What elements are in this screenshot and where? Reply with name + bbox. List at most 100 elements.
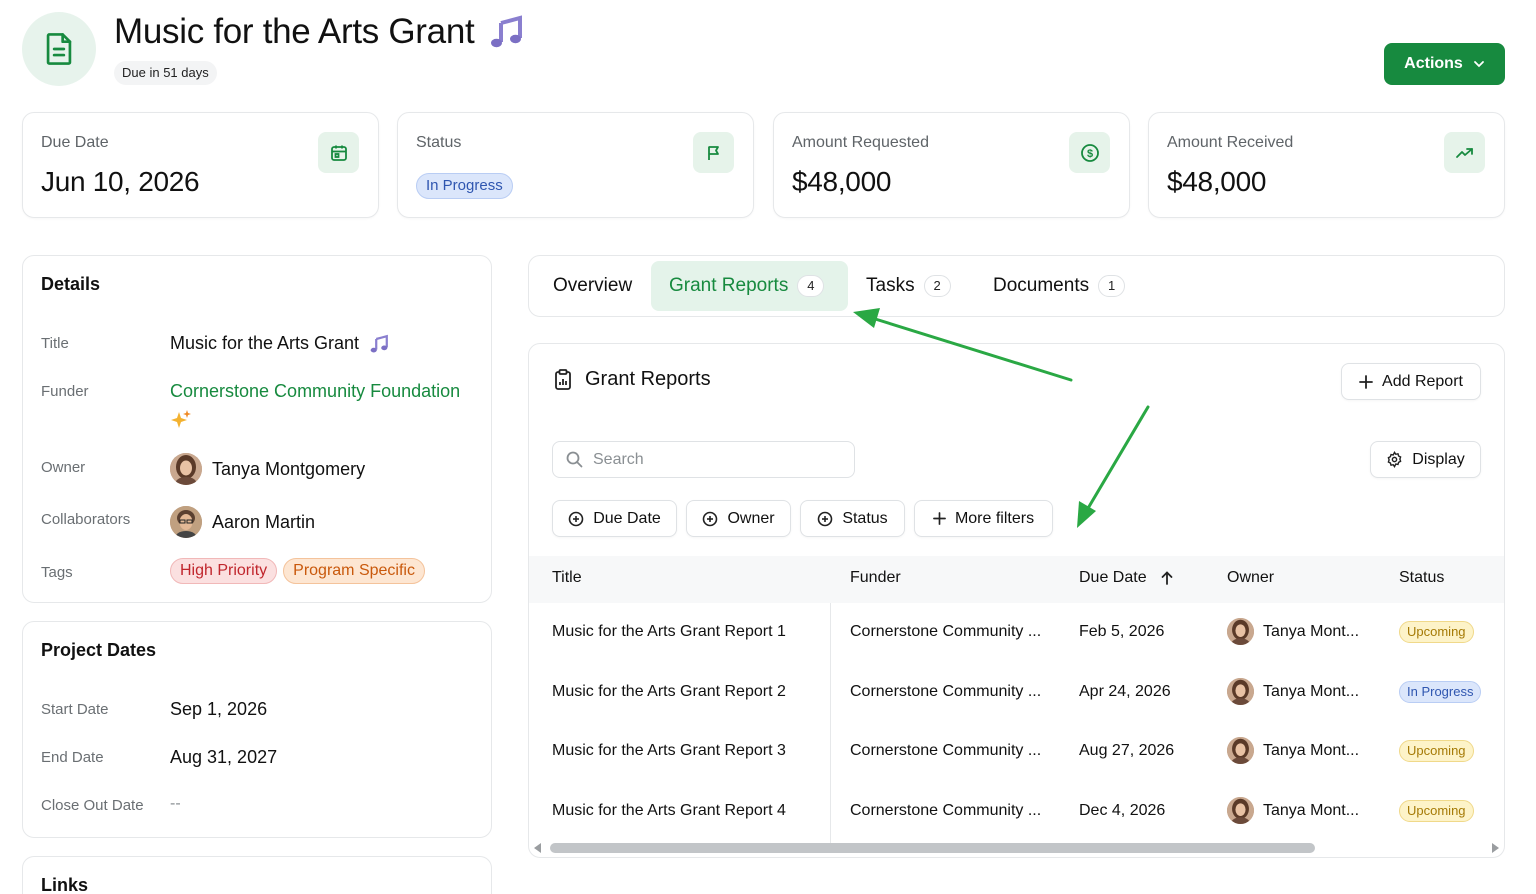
column-header-title[interactable]: Title bbox=[552, 569, 582, 587]
avatar bbox=[1227, 737, 1254, 764]
owner-cell: Tanya Mont... bbox=[1227, 797, 1359, 824]
grant-document-icon bbox=[22, 12, 96, 86]
scrollbar-thumb[interactable] bbox=[550, 843, 1315, 853]
tab-label: Tasks bbox=[866, 275, 915, 296]
owner-cell: Tanya Mont... bbox=[1227, 737, 1359, 764]
funder-link[interactable]: Cornerstone Community Foundation bbox=[170, 381, 460, 402]
add-report-button[interactable]: Add Report bbox=[1341, 363, 1481, 400]
sort-arrow-up-icon bbox=[1161, 571, 1172, 585]
owner-cell: Tanya Mont... bbox=[1227, 618, 1359, 645]
stat-label: Amount Received bbox=[1167, 134, 1294, 151]
collaborators-value[interactable]: Aaron Martin bbox=[170, 506, 315, 538]
grant-reports-card: Grant Reports Add Report Display Due Dat… bbox=[528, 343, 1505, 858]
owner-label: Owner bbox=[41, 459, 86, 476]
project-dates-heading: Project Dates bbox=[41, 640, 157, 660]
due-date-cell: Feb 5, 2026 bbox=[1079, 623, 1165, 640]
filter-label: Owner bbox=[727, 509, 775, 527]
column-header-due-date[interactable]: Due Date bbox=[1079, 569, 1173, 587]
page-title-text: Music for the Arts Grant bbox=[114, 12, 475, 51]
due-date-cell: Dec 4, 2026 bbox=[1079, 802, 1166, 819]
search-field[interactable] bbox=[552, 441, 855, 478]
search-icon bbox=[566, 451, 583, 468]
owner-cell: Tanya Mont... bbox=[1227, 678, 1359, 705]
avatar bbox=[170, 506, 202, 538]
funder-link[interactable]: Cornerstone Community ... bbox=[850, 802, 1041, 820]
stat-label: Status bbox=[416, 134, 462, 151]
table-row[interactable]: Music for the Arts Grant Report 3 Corner… bbox=[529, 722, 1504, 782]
owner-name: Tanya Mont... bbox=[1263, 741, 1360, 759]
tab-label: Grant Reports bbox=[669, 275, 789, 296]
table-row[interactable]: Music for the Arts Grant Report 2 Corner… bbox=[529, 663, 1504, 723]
calendar-icon bbox=[318, 132, 359, 173]
chevron-down-icon bbox=[1473, 61, 1484, 68]
report-title-link[interactable]: Music for the Arts Grant Report 1 bbox=[552, 623, 786, 641]
owner-name: Tanya Mont... bbox=[1263, 801, 1360, 819]
funder-label: Funder bbox=[41, 383, 89, 400]
plus-icon bbox=[1359, 374, 1373, 389]
grant-reports-heading: Grant Reports bbox=[553, 368, 711, 391]
stat-label: Amount Requested bbox=[792, 134, 929, 151]
stat-value: $48,000 bbox=[792, 166, 892, 197]
table-row[interactable]: Music for the Arts Grant Report 1 Corner… bbox=[529, 603, 1504, 663]
stat-card-amount-requested: Amount Requested $48,000 $ bbox=[773, 112, 1130, 218]
filter-label: More filters bbox=[954, 509, 1035, 527]
trending-up-icon bbox=[1444, 132, 1485, 173]
add-report-label: Add Report bbox=[1382, 372, 1463, 390]
stat-card-due-date: Due Date Jun 10, 2026 bbox=[22, 112, 379, 218]
tab-overview[interactable]: Overview bbox=[535, 261, 650, 311]
plus-icon bbox=[933, 512, 946, 525]
grant-reports-title: Grant Reports bbox=[585, 368, 711, 390]
close-out-date-label: Close Out Date bbox=[41, 797, 144, 814]
filter-due-date[interactable]: Due Date bbox=[552, 500, 677, 537]
funder-link[interactable]: Cornerstone Community ... bbox=[850, 623, 1041, 641]
report-title-link[interactable]: Music for the Arts Grant Report 3 bbox=[552, 742, 786, 760]
status-badge: Upcoming bbox=[1399, 800, 1474, 822]
search-input[interactable] bbox=[593, 450, 833, 469]
tag-high-priority[interactable]: High Priority bbox=[170, 558, 278, 584]
owner-name: Tanya Mont... bbox=[1263, 682, 1360, 700]
clipboard-icon bbox=[555, 368, 571, 390]
tab-label: Overview bbox=[553, 275, 633, 296]
report-title-link[interactable]: Music for the Arts Grant Report 2 bbox=[552, 683, 786, 701]
display-button[interactable]: Display bbox=[1370, 441, 1481, 478]
actions-label: Actions bbox=[1404, 55, 1463, 72]
owner-value[interactable]: Tanya Montgomery bbox=[170, 453, 365, 485]
tab-count: 2 bbox=[923, 275, 951, 297]
due-date-cell: Apr 24, 2026 bbox=[1079, 683, 1171, 700]
dollar-circle-icon: $ bbox=[1069, 132, 1110, 173]
tab-label: Documents bbox=[993, 275, 1090, 296]
column-header-funder[interactable]: Funder bbox=[850, 569, 901, 587]
scroll-left-arrow-icon[interactable] bbox=[534, 843, 542, 853]
stat-card-status: Status In Progress bbox=[397, 112, 754, 218]
column-header-status[interactable]: Status bbox=[1399, 569, 1444, 587]
end-date-value: Aug 31, 2027 bbox=[170, 747, 278, 767]
tab-grant-reports[interactable]: Grant Reports 4 bbox=[651, 261, 848, 311]
column-header-label: Due Date bbox=[1079, 569, 1147, 586]
actions-button[interactable]: Actions bbox=[1384, 43, 1505, 85]
status-badge: Upcoming bbox=[1399, 621, 1474, 643]
end-date-label: End Date bbox=[41, 749, 104, 766]
collaborators-label: Collaborators bbox=[41, 511, 131, 528]
plus-circle-icon bbox=[568, 511, 584, 526]
filter-owner[interactable]: Owner bbox=[686, 500, 791, 537]
funder-link[interactable]: Cornerstone Community ... bbox=[850, 683, 1041, 701]
column-header-owner[interactable]: Owner bbox=[1227, 569, 1274, 587]
project-dates-panel: Project Dates Start Date Sep 1, 2026 End… bbox=[22, 621, 492, 838]
start-date-label: Start Date bbox=[41, 701, 109, 718]
table-row[interactable]: Music for the Arts Grant Report 4 Corner… bbox=[529, 782, 1504, 842]
stat-value: $48,000 bbox=[1167, 166, 1267, 197]
scroll-right-arrow-icon[interactable] bbox=[1491, 843, 1499, 853]
tab-tasks[interactable]: Tasks 2 bbox=[848, 261, 969, 311]
filter-label: Due Date bbox=[593, 509, 661, 527]
funder-link[interactable]: Cornerstone Community ... bbox=[850, 742, 1041, 760]
owner-name: Tanya Montgomery bbox=[212, 458, 366, 479]
title-text: Music for the Arts Grant bbox=[170, 333, 360, 353]
more-filters-button[interactable]: More filters bbox=[914, 500, 1053, 537]
tab-documents[interactable]: Documents 1 bbox=[975, 261, 1143, 311]
title-label: Title bbox=[41, 335, 69, 352]
filter-status[interactable]: Status bbox=[800, 500, 905, 537]
horizontal-scrollbar[interactable] bbox=[529, 839, 1504, 857]
display-label: Display bbox=[1412, 450, 1465, 468]
report-title-link[interactable]: Music for the Arts Grant Report 4 bbox=[552, 802, 786, 820]
tag-program-specific[interactable]: Program Specific bbox=[283, 558, 425, 584]
